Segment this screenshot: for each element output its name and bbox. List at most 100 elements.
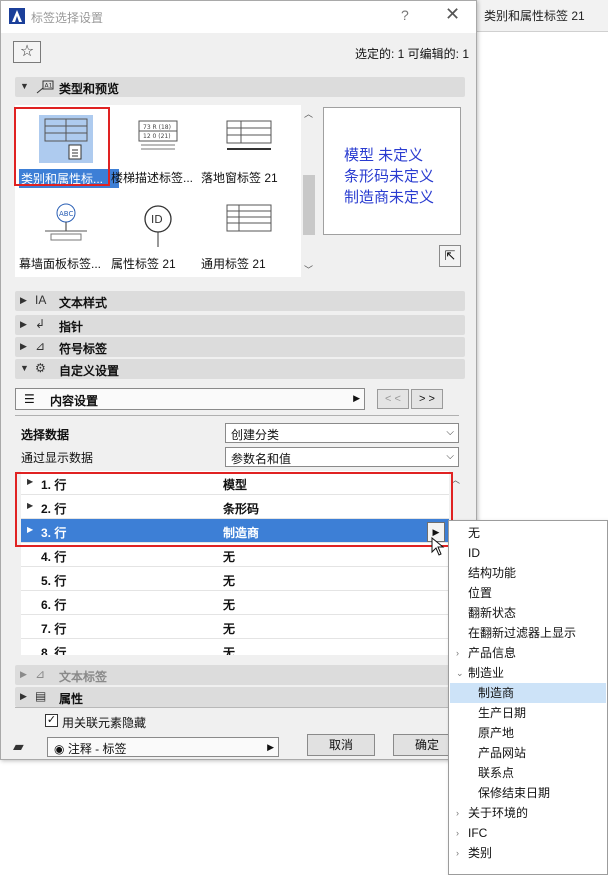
row-value: 无 (223, 598, 236, 612)
list-icon: ☰ (24, 392, 35, 406)
previous-button[interactable]: < < (377, 389, 409, 409)
hide-with-element-checkbox[interactable]: ✓ (45, 714, 58, 727)
expand-arrow-icon: ▶ (20, 341, 27, 351)
row-value: 无 (223, 574, 236, 588)
menu-item[interactable]: ID (450, 543, 606, 563)
help-button[interactable]: ? (401, 7, 409, 23)
menu-item[interactable]: 原产地 (450, 723, 606, 743)
svg-text:ABC: ABC (59, 210, 73, 218)
menu-item[interactable]: 无 (450, 523, 606, 543)
chevron-down-icon: ⌄ (456, 668, 464, 678)
scroll-up-icon[interactable]: ︿ (304, 107, 313, 120)
gallery-item-curtain-wall-panel[interactable]: ABC 幕墙面板标签... (19, 197, 111, 277)
svg-text:A1: A1 (45, 83, 53, 90)
table-row[interactable]: 6. 行 无 (21, 591, 449, 615)
label-tool-icon: A1 (36, 80, 54, 94)
stair-description-label-icon: 73 R (18) 12 0 (21) (138, 120, 178, 150)
table-row[interactable]: 7. 行 无 (21, 615, 449, 639)
section-label: 类型和预览 (59, 82, 120, 96)
menu-group-environmental[interactable]: › 关于环境的 (450, 803, 606, 823)
row-value-popup-menu: 无 ID 结构功能 位置 翻新状态 在翻新过滤器上显示 › 产品信息 ⌄ 制造业 制… (448, 520, 608, 875)
expand-arrow-icon: ▶ (20, 319, 27, 329)
chevron-down-icon: ⌵ (446, 451, 454, 462)
pointer-icon: ↲ (35, 317, 46, 331)
section-text-label[interactable]: ▶ ⊿ 文本标签 (15, 665, 465, 685)
select-data-value: 创建分类 (231, 428, 280, 442)
section-properties[interactable]: ▶ ▤ 属性 (15, 687, 465, 707)
menu-group-category[interactable]: › 类别 (450, 843, 606, 863)
mouse-cursor-icon (431, 537, 445, 556)
layer-dropdown[interactable]: ◉ 注释 - 标签 ▶ (47, 737, 279, 757)
property-label-icon: ID (144, 205, 172, 247)
gallery-item-property[interactable]: ID 属性标签 21 (111, 197, 203, 277)
collapse-arrow-icon: ▼ (20, 363, 29, 373)
gallery-item-french-window[interactable]: 落地窗标签 21 (201, 111, 293, 191)
select-data-dropdown[interactable]: 创建分类 ⌵ (225, 423, 459, 443)
gallery-item-label: 通用标签 21 (201, 257, 266, 271)
content-settings-label: 内容设置 (50, 394, 99, 408)
svg-text:73 R (18): 73 R (18) (143, 124, 171, 131)
background-window-title: 类别和属性标签 21 (484, 9, 585, 23)
dialog-titlebar: 标签选择设置 ? ✕ (1, 1, 476, 33)
table-row[interactable]: 5. 行 无 (21, 567, 449, 591)
favorites-button[interactable]: ☆ (13, 41, 41, 63)
menu-item[interactable]: 位置 (450, 583, 606, 603)
section-text-style[interactable]: ▶ IA 文本样式 (15, 291, 465, 311)
chevron-right-icon: › (456, 828, 459, 838)
section-label: 符号标签 (59, 342, 108, 356)
gallery-item-label: 属性标签 21 (111, 257, 176, 271)
menu-item[interactable]: 翻新状态 (450, 603, 606, 623)
collapse-arrow-icon: ▼ (20, 81, 29, 91)
section-label: 指针 (59, 320, 84, 334)
section-pointer[interactable]: ▶ ↲ 指针 (15, 315, 465, 335)
divider (15, 707, 465, 708)
cancel-button[interactable]: 取消 (307, 734, 375, 756)
menu-group-product-info[interactable]: › 产品信息 (450, 643, 606, 663)
text-style-icon: IA (35, 293, 47, 307)
menu-item[interactable]: 生产日期 (450, 703, 606, 723)
menu-group-ifc[interactable]: › IFC (450, 823, 606, 843)
menu-item[interactable]: 在翻新过滤器上显示 (450, 623, 606, 643)
gallery-item-label: 幕墙面板标签... (19, 257, 102, 271)
section-custom-settings[interactable]: ▼ ⚙ 自定义设置 (15, 359, 465, 379)
chevron-right-icon: › (456, 848, 459, 858)
scroll-down-icon[interactable]: ﹀ (304, 263, 313, 276)
next-button[interactable]: > > (411, 389, 443, 409)
menu-item[interactable]: 结构功能 (450, 563, 606, 583)
display-via-dropdown[interactable]: 参数名和值 ⌵ (225, 447, 459, 467)
chevron-down-icon: ⌵ (446, 427, 454, 438)
row-value: 无 (223, 646, 236, 655)
section-type-preview[interactable]: ▼ A1 类型和预览 (15, 77, 465, 97)
preview-line-1: 模型 未定义 (344, 147, 424, 164)
expand-arrow-icon: ▶ (20, 691, 27, 701)
expand-arrow-icon: ▶ (20, 295, 27, 305)
label-preview: 模型 未定义 条形码未定义 制造商未定义 (323, 107, 461, 235)
gallery-item-general[interactable]: 通用标签 21 (201, 197, 293, 277)
section-symbol-label[interactable]: ▶ ⊿ 符号标签 (15, 337, 465, 357)
table-row[interactable]: 8. 行 无 (21, 639, 449, 655)
gallery-item-stair-description[interactable]: 73 R (18) 12 0 (21) 楼梯描述标签... (111, 111, 203, 191)
gallery-scrollbar[interactable]: ︿ ﹀ (301, 105, 317, 277)
close-button[interactable]: ✕ (445, 4, 460, 25)
gallery-scroll-thumb[interactable] (303, 175, 315, 235)
layers-icon: ▰ (13, 738, 24, 754)
eye-icon: ◉ (54, 742, 65, 756)
menu-item-manufacturer[interactable]: 制造商 (450, 683, 606, 703)
preview-line-3: 制造商未定义 (344, 189, 435, 206)
preview-mode-button[interactable]: ⇱ (439, 245, 461, 267)
text-label-icon: ⊿ (35, 667, 46, 681)
row-label: 5. 行 (41, 574, 67, 588)
content-settings-dropdown[interactable]: ☰ 内容设置 ▶ (15, 388, 365, 410)
selected-item-highlight-frame (14, 107, 110, 186)
menu-item[interactable]: 保修结束日期 (450, 783, 606, 803)
chevron-right-icon: › (456, 648, 459, 658)
menu-group-manufacturing[interactable]: ⌄ 制造业 (450, 663, 606, 683)
rows-highlight-frame (15, 472, 453, 547)
menu-item[interactable]: 联系点 (450, 763, 606, 783)
menu-item[interactable]: 产品网站 (450, 743, 606, 763)
section-label: 属性 (59, 692, 84, 706)
properties-icon: ▤ (35, 689, 47, 703)
row-value: 无 (223, 622, 236, 636)
section-label: 文本标签 (59, 670, 108, 684)
general-label-icon (226, 204, 272, 232)
